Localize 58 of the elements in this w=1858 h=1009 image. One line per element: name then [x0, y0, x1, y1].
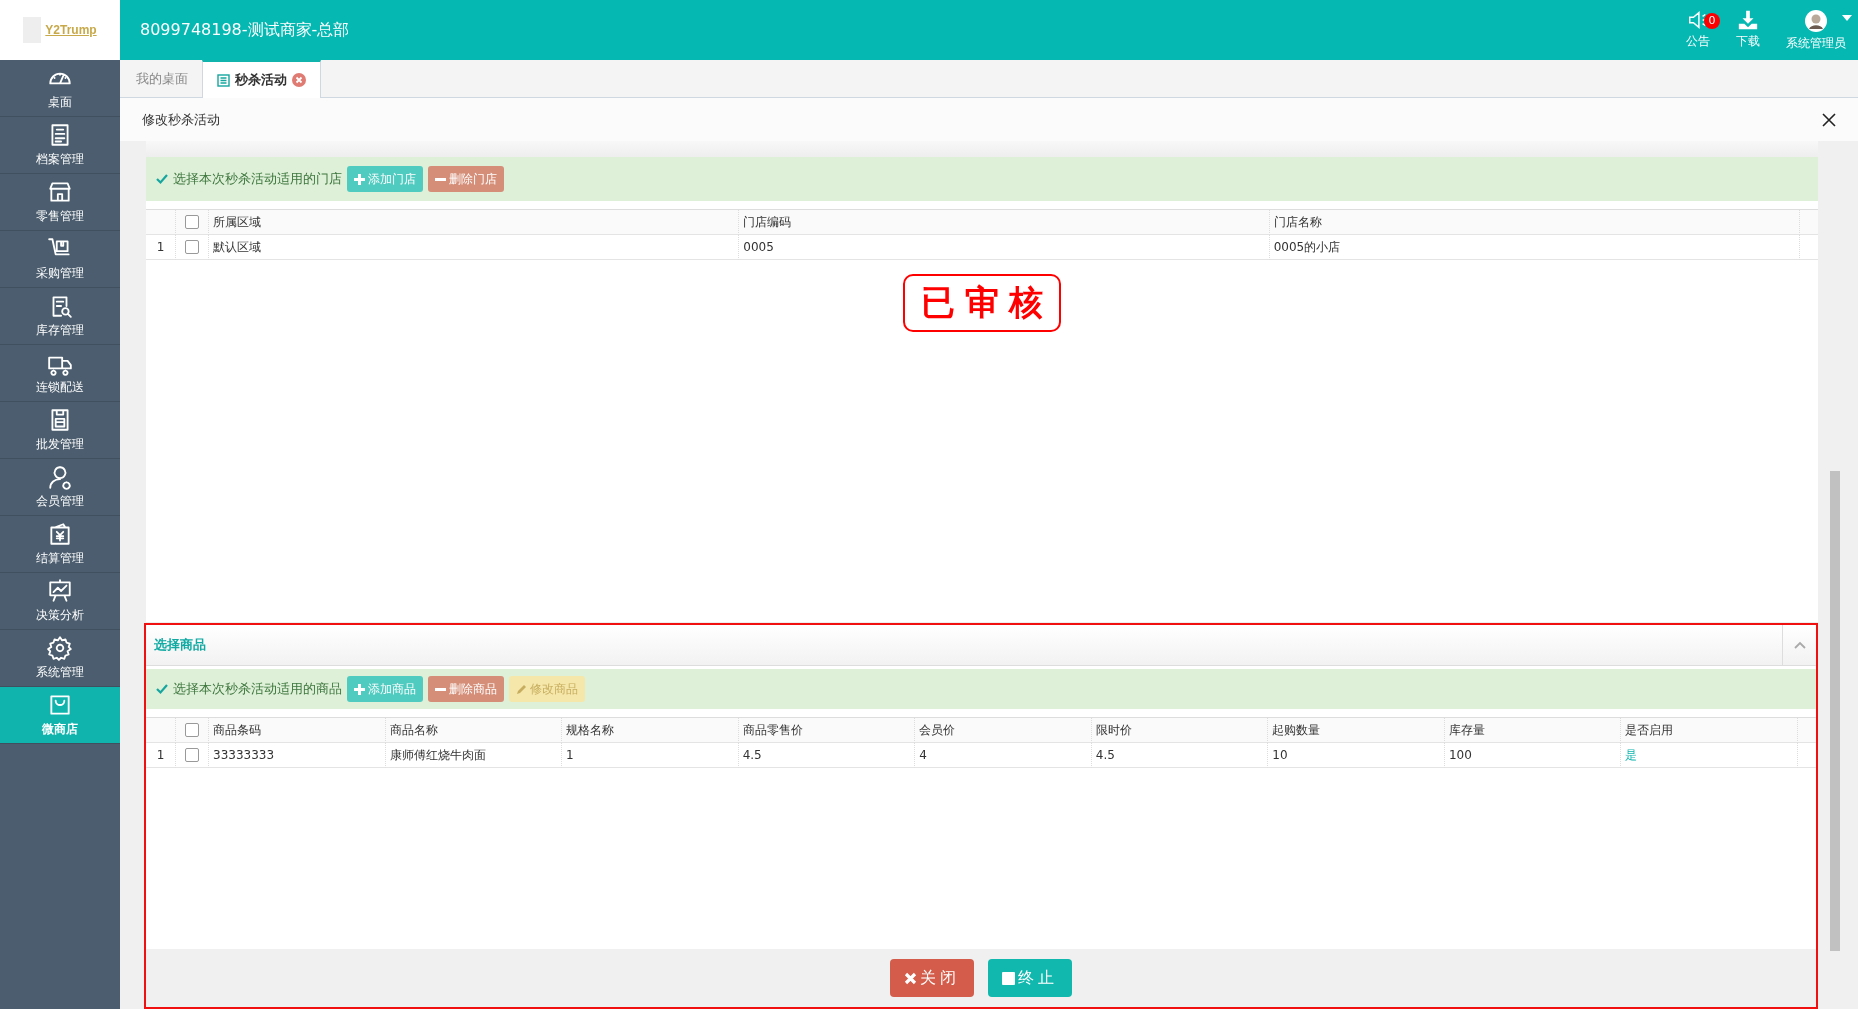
checkbox[interactable] [185, 748, 199, 762]
row-number: 1 [146, 743, 176, 768]
column-header[interactable]: 商品条码 [209, 718, 386, 743]
column-header[interactable]: 起购数量 [1268, 718, 1445, 743]
checkbox[interactable] [185, 723, 199, 737]
dialog-title: 修改秒杀活动 [142, 110, 220, 129]
app-title: 8099748198-测试商家-总部 [140, 19, 351, 41]
column-header[interactable]: 库存量 [1444, 718, 1622, 743]
table-cell: 0005的小店 [1269, 235, 1800, 260]
footer-button[interactable]: 关闭 [890, 959, 974, 997]
download-icon [1737, 8, 1759, 31]
avatar-icon [1804, 8, 1828, 33]
chart-icon [47, 578, 73, 604]
column-header[interactable]: 所属区域 [209, 210, 740, 235]
column-header[interactable]: 会员价 [915, 718, 1092, 743]
plus-icon [354, 173, 365, 185]
logo-text: Y2Trump [45, 23, 97, 37]
tab[interactable]: 秒杀活动 [202, 60, 321, 98]
column-header[interactable]: 门店名称 [1269, 210, 1800, 235]
approved-stamp: 已审核 [903, 274, 1061, 332]
gear-icon [47, 635, 73, 661]
pencil-icon [516, 683, 527, 695]
hint-text: 选择本次秒杀活动适用的商品 [173, 680, 342, 698]
checkbox[interactable] [185, 240, 199, 254]
column-header[interactable]: 商品零售价 [738, 718, 916, 743]
column-header[interactable]: 规格名称 [562, 718, 739, 743]
tab[interactable]: 我的桌面 [122, 61, 202, 97]
user-icon [47, 464, 73, 490]
check-icon [156, 173, 168, 185]
plus-icon [354, 683, 365, 695]
table-cell: 4.5 [1091, 743, 1269, 768]
bag-icon [47, 692, 73, 718]
hint-text: 选择本次秒杀活动适用的门店 [173, 170, 342, 188]
table-cell: 0005 [739, 235, 1270, 260]
stop-icon [1002, 971, 1015, 985]
table-cell: 1 [562, 743, 739, 768]
wallet-icon [47, 521, 73, 547]
checkbox[interactable] [185, 215, 199, 229]
table-cell: 康师傅红烧牛肉面 [385, 743, 563, 768]
table-cell: 33333333 [209, 743, 386, 768]
close-icon [904, 971, 917, 985]
close-icon[interactable] [1822, 112, 1836, 127]
row-number: 1 [146, 235, 176, 260]
section-title: 选择商品 [154, 636, 206, 654]
table-cell: 100 [1444, 743, 1622, 768]
table-cell: 4.5 [738, 743, 916, 768]
check-icon [156, 683, 168, 695]
notification-badge: 0 [1704, 12, 1720, 29]
column-header[interactable]: 商品名称 [385, 718, 563, 743]
column-header[interactable]: 限时价 [1091, 718, 1269, 743]
table-cell: 10 [1268, 743, 1445, 768]
column-header[interactable]: 是否启用 [1621, 718, 1798, 743]
column-header[interactable]: 门店编码 [739, 210, 1270, 235]
shop-icon [47, 179, 73, 205]
caret-icon [1842, 14, 1852, 21]
table-cell: 默认区域 [209, 235, 740, 260]
table-cell: 4 [915, 743, 1092, 768]
list-icon [217, 73, 230, 87]
